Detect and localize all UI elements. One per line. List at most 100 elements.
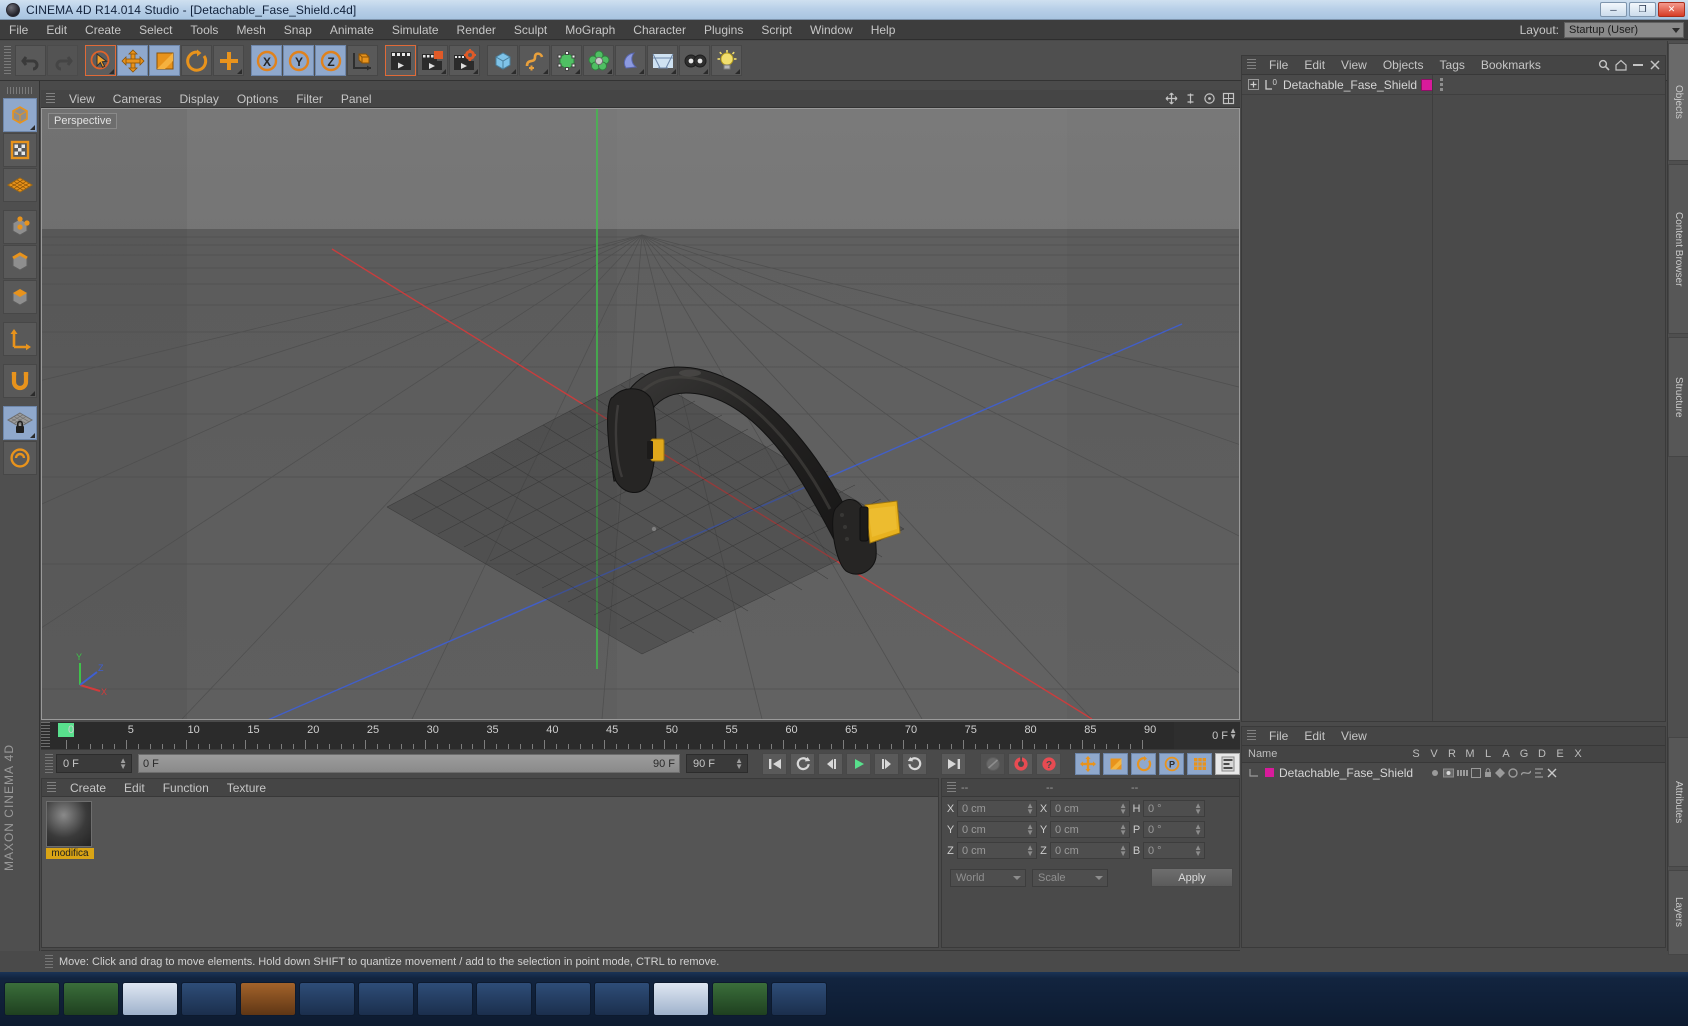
add-deformer-button[interactable] <box>583 45 614 76</box>
preview-range-bar[interactable]: 0 F 90 F <box>138 754 680 773</box>
menu-script[interactable]: Script <box>752 21 801 39</box>
viewport-menu-options[interactable]: Options <box>228 91 287 107</box>
frame-field[interactable]: 0 F ▲ ▼ <box>56 754 132 773</box>
menu-sculpt[interactable]: Sculpt <box>505 21 556 39</box>
viewport-3d[interactable]: Perspective Y X Z <box>41 108 1240 720</box>
layout-dropdown[interactable]: Startup (User) <box>1564 22 1684 38</box>
coord-input-rot-h[interactable]: 0 ° ▲ ▼ <box>1143 800 1205 817</box>
key-param-button[interactable]: P <box>1159 752 1184 775</box>
timeline-grip[interactable] <box>41 722 50 749</box>
go-to-end-button[interactable] <box>941 752 966 775</box>
timeline-mode-button[interactable] <box>1215 752 1240 775</box>
menu-window[interactable]: Window <box>801 21 862 39</box>
polygon-mode-button[interactable] <box>2 280 37 314</box>
edge-mode-button[interactable] <box>2 245 37 279</box>
maximize-button[interactable]: ❐ <box>1629 2 1656 17</box>
spinner-icon[interactable]: ▲ ▼ <box>1194 844 1202 858</box>
previous-key-button[interactable] <box>790 752 815 775</box>
taskbar-item[interactable] <box>712 982 768 1016</box>
apply-button[interactable]: Apply <box>1151 868 1233 887</box>
workplane-mode-button[interactable] <box>2 168 37 202</box>
scale-viewport-icon[interactable] <box>1184 92 1197 105</box>
lock-y-axis-button[interactable]: Y <box>283 45 314 76</box>
layer-color-swatch[interactable] <box>1265 768 1274 777</box>
taskbar-item[interactable] <box>535 982 591 1016</box>
material-menu-grip[interactable] <box>47 782 56 793</box>
taskbar-item[interactable] <box>417 982 473 1016</box>
taskbar-item[interactable] <box>122 982 178 1016</box>
generators-toggle-icon[interactable] <box>1508 767 1518 778</box>
menu-simulate[interactable]: Simulate <box>383 21 448 39</box>
timeline-current-frame-field[interactable]: 0 F ▲ ▼ <box>1174 722 1240 749</box>
minimize-panel-icon[interactable] <box>1632 59 1644 71</box>
deformers-toggle-icon[interactable] <box>1521 768 1531 778</box>
transform-mode-dropdown[interactable]: Scale <box>1032 868 1108 887</box>
vtab-attributes[interactable]: Attributes <box>1668 737 1688 867</box>
render-region-button[interactable] <box>417 45 448 76</box>
key-position-button[interactable] <box>1075 752 1100 775</box>
viewport-menu-view[interactable]: View <box>60 91 104 107</box>
attributes-menu-file[interactable]: File <box>1261 728 1296 744</box>
range-end-field[interactable]: 90 F ▲ ▼ <box>686 754 748 773</box>
coord-input-size-y[interactable]: 0 cm ▲ ▼ <box>1050 821 1130 838</box>
attributes-menu-edit[interactable]: Edit <box>1296 728 1333 744</box>
menu-mesh[interactable]: Mesh <box>227 21 274 39</box>
move-tool-button[interactable] <box>117 45 148 76</box>
manager-toggle-icon[interactable] <box>1471 767 1481 778</box>
coordinate-system-dropdown[interactable]: World <box>950 868 1026 887</box>
attributes-row[interactable]: Detachable_Fase_Shield <box>1242 763 1665 782</box>
menu-help[interactable]: Help <box>862 21 905 39</box>
add-cube-button[interactable] <box>487 45 518 76</box>
taskbar-item[interactable] <box>476 982 532 1016</box>
taskbar-item[interactable] <box>653 982 709 1016</box>
taskbar-item[interactable] <box>63 982 119 1016</box>
minimize-button[interactable]: ─ <box>1600 2 1627 17</box>
viewport-menu-cameras[interactable]: Cameras <box>104 91 171 107</box>
object-row[interactable]: 0 Detachable_Fase_Shield <box>1242 75 1665 95</box>
spinner-icon[interactable]: ▲ ▼ <box>1026 844 1034 858</box>
material-menu-create[interactable]: Create <box>61 780 115 796</box>
lock-toggle-icon[interactable] <box>1484 767 1492 778</box>
material-item[interactable]: modifica <box>46 801 94 859</box>
model-mode-button[interactable] <box>2 98 37 132</box>
autokey-button[interactable] <box>980 752 1005 775</box>
point-mode-button[interactable] <box>2 210 37 244</box>
render-toggle-icon[interactable] <box>1457 768 1468 778</box>
object-menu-edit[interactable]: Edit <box>1296 57 1333 73</box>
key-scale-button[interactable] <box>1103 752 1128 775</box>
step-back-button[interactable] <box>818 752 843 775</box>
viewport-menu-display[interactable]: Display <box>170 91 227 107</box>
menu-render[interactable]: Render <box>448 21 505 39</box>
menu-edit[interactable]: Edit <box>37 21 76 39</box>
go-to-start-button[interactable] <box>762 752 787 775</box>
next-key-button[interactable] <box>902 752 927 775</box>
viewport-menu-filter[interactable]: Filter <box>287 91 332 107</box>
step-forward-button[interactable] <box>874 752 899 775</box>
move-viewport-icon[interactable] <box>1165 92 1178 105</box>
material-list[interactable]: modifica <box>42 797 938 947</box>
menu-create[interactable]: Create <box>76 21 130 39</box>
coord-input-size-z[interactable]: 0 cm ▲ ▼ <box>1050 842 1130 859</box>
key-rotation-button[interactable] <box>1131 752 1156 775</box>
material-menu-edit[interactable]: Edit <box>115 780 154 796</box>
vtab-layers[interactable]: Layers <box>1668 870 1688 955</box>
taskbar-item[interactable] <box>181 982 237 1016</box>
add-spline-button[interactable] <box>519 45 550 76</box>
timeline-ruler[interactable]: 0 5 10 15 20 25 30 35 40 45 50 55 60 65 70 75 80 85 90 <box>50 722 1174 749</box>
add-generator-button[interactable] <box>551 45 582 76</box>
world-object-coords-button[interactable] <box>347 45 378 76</box>
menu-animate[interactable]: Animate <box>321 21 383 39</box>
viewport-menu-grip[interactable] <box>46 93 55 104</box>
taskbar-item[interactable] <box>771 982 827 1016</box>
add-lens-button[interactable] <box>679 45 710 76</box>
menu-select[interactable]: Select <box>130 21 181 39</box>
coord-input-pos-y[interactable]: 0 cm ▲ ▼ <box>957 821 1037 838</box>
keyframe-selection-button[interactable]: ? <box>1036 752 1061 775</box>
object-tree[interactable]: 0 Detachable_Fase_Shield <box>1242 75 1665 721</box>
add-scene-button[interactable] <box>615 45 646 76</box>
vtab-content-browser[interactable]: Content Browser <box>1668 164 1688 334</box>
texture-mode-button[interactable] <box>2 133 37 167</box>
material-menu-texture[interactable]: Texture <box>218 780 275 796</box>
spinner-icon[interactable]: ▲ ▼ <box>1229 727 1237 741</box>
lock-x-axis-button[interactable]: X <box>251 45 282 76</box>
